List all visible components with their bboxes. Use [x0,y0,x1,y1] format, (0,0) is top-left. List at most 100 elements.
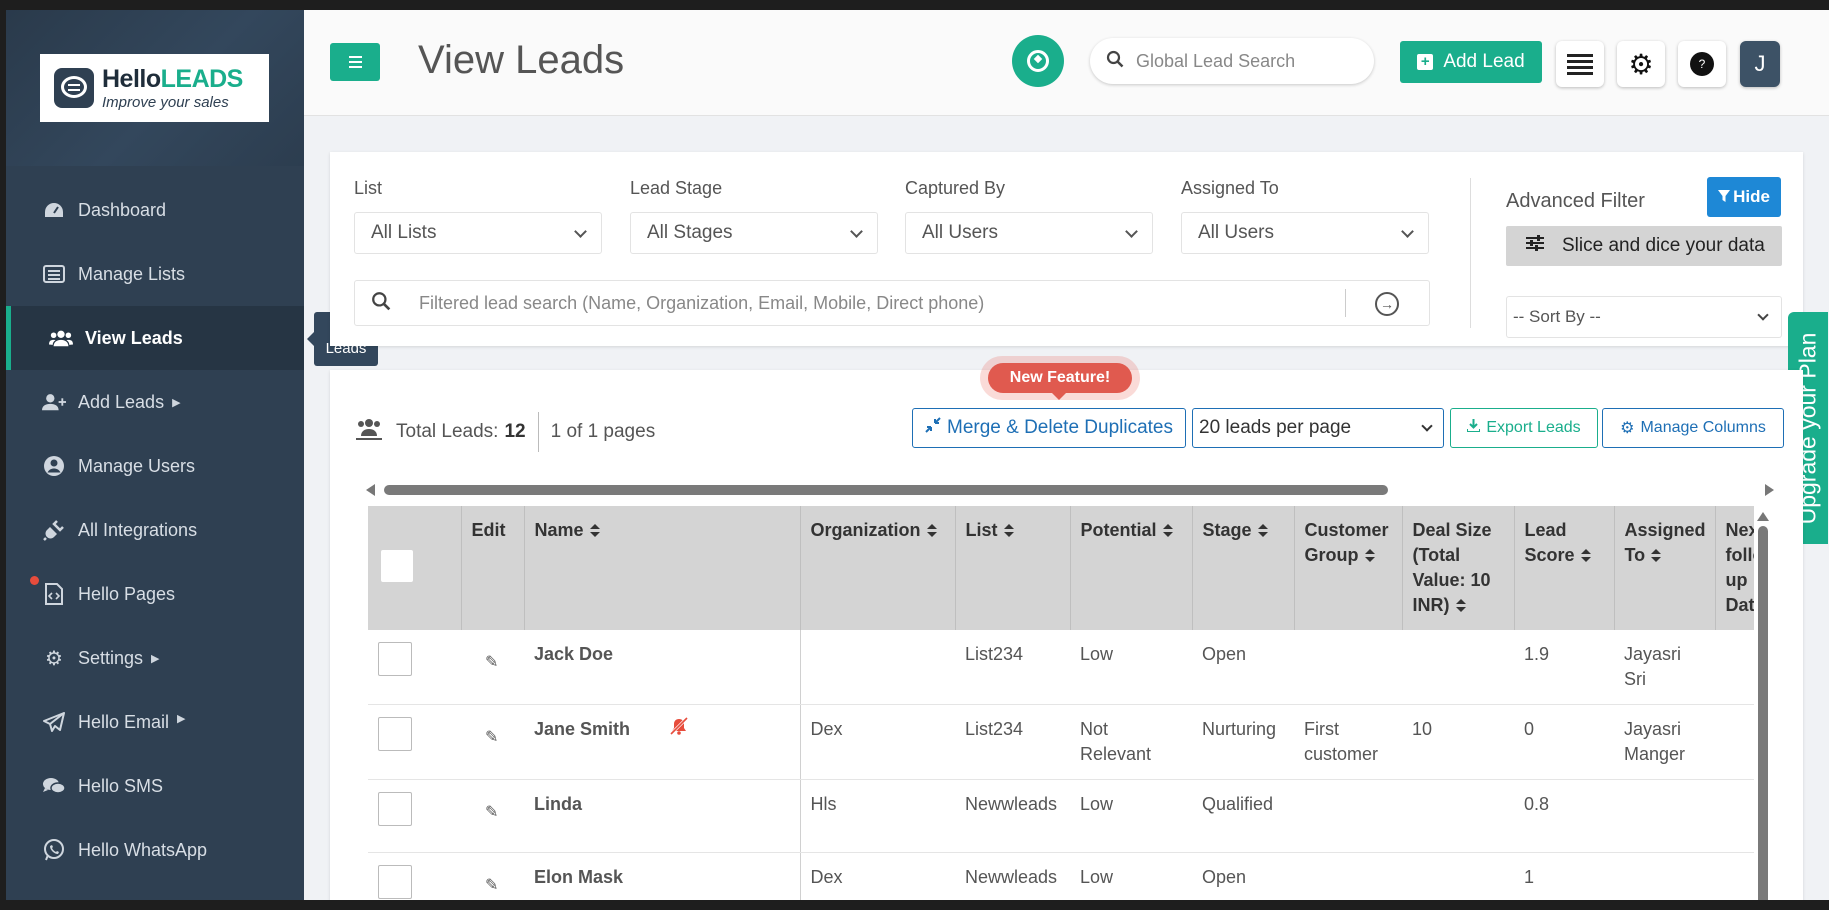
scroll-right-arrow-icon[interactable] [1765,484,1774,496]
row-checkbox[interactable] [378,717,412,751]
help-button[interactable]: ? [1678,41,1726,87]
pencil-icon[interactable]: ✎ [485,873,498,898]
pencil-icon[interactable]: ✎ [485,725,498,750]
column-header-stage[interactable]: Stage [1192,506,1295,630]
sort-by-select[interactable]: -- Sort By -- [1506,296,1782,338]
list-filter-value: All Lists [371,222,437,243]
sidebar-item-manage-lists[interactable]: Manage Lists [6,242,304,306]
gear-icon: ⚙ [1628,48,1654,80]
compass-icon [1027,50,1049,72]
logo-tagline: Improve your sales [102,93,229,111]
lead-customer-group [1294,630,1402,705]
sidebar-item-view-leads[interactable]: View Leads [6,306,304,370]
total-leads-count: 12 [504,421,526,442]
export-leads-button[interactable]: Export Leads [1450,408,1598,448]
captured-filter-select[interactable]: All Users [905,212,1153,254]
sidebar-item-dashboard[interactable]: Dashboard [6,178,304,242]
sidebar-item-integrations[interactable]: All Integrations [6,498,304,562]
merge-duplicates-button[interactable]: Merge & Delete Duplicates [912,408,1186,448]
lead-list: Newwleads [955,779,1070,853]
divider [1470,178,1471,328]
pencil-icon[interactable]: ✎ [485,650,498,675]
chat-logo-icon [54,68,94,108]
sidebar-item-label: Hello Pages [78,583,176,604]
assigned-filter-select[interactable]: All Users [1181,212,1429,254]
column-header-organization[interactable]: Organization [800,506,956,630]
column-label: Customer Group [1304,520,1389,565]
lead-name[interactable]: Jane Smith [534,719,630,739]
table-row[interactable]: ✎ Jane Smith Dex List234 Not Relevant Nu… [368,704,1754,780]
sort-by-value: -- Sort By -- [1513,307,1601,326]
users-icon [49,327,73,349]
scroll-thumb[interactable] [384,485,1388,495]
hide-filter-button[interactable]: Hide [1707,177,1781,217]
per-page-select[interactable]: 20 leads per page [1192,408,1444,448]
total-leads-label: Total Leads: [396,421,499,442]
column-header-next-followup[interactable]: Next follow up Date [1715,506,1754,630]
row-checkbox[interactable] [378,792,412,826]
column-header-customer-group[interactable]: Customer Group [1294,506,1403,630]
column-header-name[interactable]: Name [524,506,801,630]
logo-area: HelloLEADS Improve your sales [6,10,304,166]
filtered-search[interactable]: → [354,280,1430,326]
column-header-list[interactable]: List [955,506,1071,630]
vertical-scrollbar[interactable] [1756,512,1770,900]
manage-columns-button[interactable]: ⚙ Manage Columns [1602,408,1784,448]
row-checkbox[interactable] [378,642,412,676]
global-search-input[interactable] [1136,50,1356,72]
hide-filter-label: Hide [1733,187,1770,206]
stage-filter-select[interactable]: All Stages [630,212,878,254]
sort-icon [1364,549,1375,563]
column-header-deal-size[interactable]: Deal Size (Total Value: 10 INR) [1402,506,1515,630]
sidebar-item-hello-pages[interactable]: Hello Pages [6,562,304,626]
sidebar-item-hello-whatsapp[interactable]: Hello WhatsApp [6,818,304,882]
table-row[interactable]: ✎ Jack Doe List234 Low Open 1.9 Jayasri … [368,630,1754,705]
horizontal-scrollbar[interactable] [366,482,1786,498]
code-file-icon [42,583,66,605]
global-search[interactable] [1090,38,1374,84]
chevron-down-icon [1401,225,1414,238]
list-filter-select[interactable]: All Lists [354,212,602,254]
slice-and-dice-button[interactable]: Slice and dice your data [1506,226,1782,266]
arrow-right-circle-icon[interactable]: → [1375,292,1399,316]
sidebar-item-label: View Leads [85,327,183,348]
lead-name[interactable]: Jack Doe [534,644,613,664]
compass-button[interactable] [1012,35,1064,87]
scroll-up-arrow-icon[interactable] [1757,512,1769,521]
sidebar-item-hello-sms[interactable]: Hello SMS [6,754,304,818]
sidebar-item-label: Manage Users [78,455,196,476]
logo[interactable]: HelloLEADS Improve your sales [40,54,269,122]
sidebar-item-hello-email[interactable]: Hello Email ▶ [6,690,304,754]
whatsapp-icon [42,839,66,861]
filtered-search-input[interactable] [419,292,1349,314]
chevron-down-icon [1421,420,1433,432]
select-all-checkbox[interactable] [381,550,413,582]
column-header-potential[interactable]: Potential [1070,506,1193,630]
list-view-button[interactable] [1556,41,1604,87]
settings-button[interactable]: ⚙ [1617,41,1665,87]
scroll-thumb[interactable] [1758,526,1768,900]
logo-brand-hello: Hello [102,64,161,93]
column-header-assigned-to[interactable]: Assigned To [1614,506,1716,630]
add-lead-button[interactable]: + Add Lead [1400,41,1542,83]
lead-name[interactable]: Elon Mask [534,867,623,887]
column-label: Lead Score [1524,520,1575,565]
row-checkbox[interactable] [378,865,412,899]
lead-name[interactable]: Linda [534,794,582,814]
lead-next-followup [1715,852,1754,900]
sort-icon [1257,524,1268,538]
menu-toggle-button[interactable] [330,43,380,81]
chevron-down-icon [850,225,863,238]
column-header-lead-score[interactable]: Lead Score [1514,506,1615,630]
table-row[interactable]: ✎ Linda Hls Newwleads Low Qualified 0.8 [368,779,1754,853]
sidebar-item-manage-users[interactable]: Manage Users [6,434,304,498]
lead-list: List234 [955,630,1070,705]
dashboard-icon [42,199,66,221]
user-avatar-button[interactable]: J [1740,41,1780,87]
sidebar-item-settings[interactable]: ⚙ Settings ▶ [6,626,304,690]
pencil-icon[interactable]: ✎ [485,800,498,825]
table-row[interactable]: ✎ Elon Mask Dex Newwleads Low Open 1 [368,852,1754,900]
sidebar-item-add-leads[interactable]: Add Leads ▶ [6,370,304,434]
select-all-header [368,506,462,630]
scroll-left-arrow-icon[interactable] [366,484,375,496]
